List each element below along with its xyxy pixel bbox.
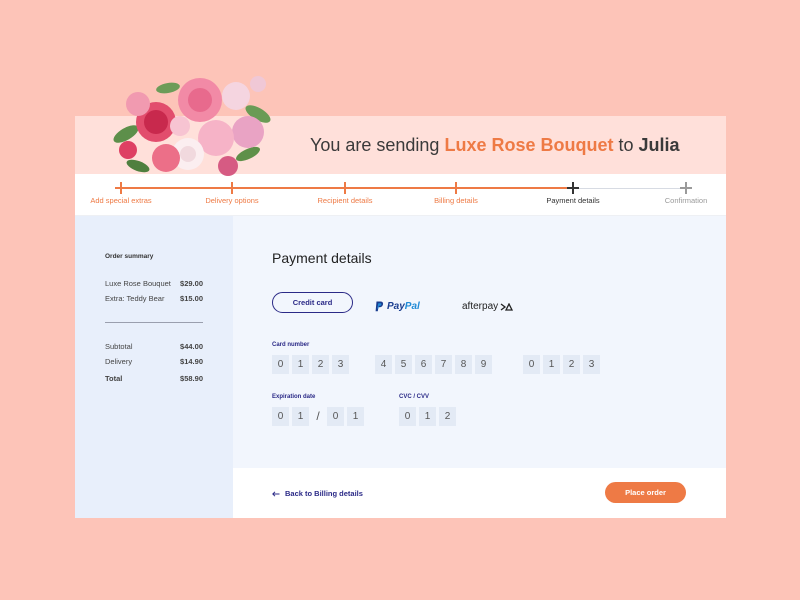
expiry-month-digit[interactable]: 0 bbox=[272, 407, 289, 426]
paypal-button[interactable]: PayPal bbox=[375, 296, 420, 317]
expiry-year-digit[interactable]: 1 bbox=[347, 407, 364, 426]
expiration-date-label: Expiration date bbox=[272, 394, 316, 400]
payment-footer: Back to Billing details Place order bbox=[233, 468, 726, 518]
step-label: Recipient details bbox=[317, 196, 373, 205]
card-number-group-2[interactable]: 4 5 6 7 8 9 bbox=[375, 355, 492, 374]
order-summary-panel: Order summary Luxe Rose Bouquet $29.00 E… bbox=[75, 216, 233, 518]
step-marker-icon bbox=[226, 182, 238, 194]
summary-item: Extra: Teddy Bear $15.00 bbox=[105, 294, 203, 303]
place-order-button[interactable]: Place order bbox=[605, 482, 686, 503]
step-delivery-options[interactable]: Delivery options bbox=[177, 182, 287, 205]
progress-stepper: Add special extras Delivery options Reci… bbox=[75, 174, 726, 216]
product-name: Luxe Rose Bouquet bbox=[444, 135, 614, 155]
cvc-digit[interactable]: 2 bbox=[439, 407, 456, 426]
step-marker-icon bbox=[115, 182, 127, 194]
payment-panel: Payment details Credit card PayPal after… bbox=[233, 216, 726, 468]
step-label: Payment details bbox=[546, 196, 600, 205]
credit-card-button[interactable]: Credit card bbox=[272, 292, 353, 313]
title-mid: to bbox=[613, 135, 639, 155]
step-confirmation: Confirmation bbox=[631, 182, 741, 205]
card-digit[interactable]: 2 bbox=[312, 355, 329, 374]
step-billing-details[interactable]: Billing details bbox=[401, 182, 511, 205]
bouquet-image bbox=[113, 76, 271, 176]
card-digit[interactable]: 6 bbox=[415, 355, 432, 374]
card-digit[interactable]: 3 bbox=[332, 355, 349, 374]
summary-subtotal: Subtotal $44.00 bbox=[105, 342, 203, 351]
title-prefix: You are sending bbox=[310, 135, 445, 155]
card-number-group-3[interactable]: 0 1 2 3 bbox=[523, 355, 600, 374]
step-label: Delivery options bbox=[205, 196, 259, 205]
cvc-input[interactable]: 0 1 2 bbox=[399, 407, 456, 426]
summary-divider bbox=[105, 322, 203, 323]
card-number-group-1[interactable]: 0 1 2 3 bbox=[272, 355, 349, 374]
card-number-label: Card number bbox=[272, 342, 310, 348]
expiry-separator: / bbox=[316, 409, 320, 423]
expiry-year-digit[interactable]: 0 bbox=[327, 407, 344, 426]
recipient-name: Julia bbox=[638, 135, 680, 155]
cvc-label: CVC / CVV bbox=[399, 394, 430, 400]
step-marker-icon bbox=[450, 182, 462, 194]
page-title: You are sending Luxe Rose Bouquet to Jul… bbox=[310, 135, 680, 156]
payment-details-title: Payment details bbox=[272, 250, 372, 266]
cvc-digit[interactable]: 1 bbox=[419, 407, 436, 426]
card-digit[interactable]: 0 bbox=[272, 355, 289, 374]
afterpay-button[interactable]: afterpay bbox=[462, 296, 514, 317]
afterpay-logo-text: afterpay bbox=[462, 301, 499, 312]
order-summary-title: Order summary bbox=[105, 253, 154, 260]
card-digit[interactable]: 1 bbox=[543, 355, 560, 374]
cvc-digit[interactable]: 0 bbox=[399, 407, 416, 426]
card-digit[interactable]: 8 bbox=[455, 355, 472, 374]
paypal-logo-text: PayPal bbox=[387, 301, 420, 312]
card-digit[interactable]: 7 bbox=[435, 355, 452, 374]
step-label: Add special extras bbox=[90, 196, 152, 205]
card-digit[interactable]: 9 bbox=[475, 355, 492, 374]
expiration-date-input[interactable]: 0 1 / 0 1 bbox=[272, 407, 364, 426]
card-digit[interactable]: 1 bbox=[292, 355, 309, 374]
step-marker-icon bbox=[680, 182, 692, 194]
step-marker-icon bbox=[339, 182, 351, 194]
card-digit[interactable]: 4 bbox=[375, 355, 392, 374]
expiry-month-digit[interactable]: 1 bbox=[292, 407, 309, 426]
step-label: Confirmation bbox=[664, 196, 708, 205]
card-digit[interactable]: 0 bbox=[523, 355, 540, 374]
bouquet-flowers bbox=[119, 76, 266, 176]
step-label: Billing details bbox=[434, 196, 478, 205]
summary-delivery: Delivery $14.90 bbox=[105, 357, 203, 366]
back-link-label: Back to Billing details bbox=[285, 489, 363, 498]
afterpay-arrows-icon bbox=[500, 302, 514, 311]
summary-total: Total $58.90 bbox=[105, 374, 203, 383]
arrow-left-icon bbox=[272, 490, 280, 497]
paypal-icon bbox=[375, 301, 384, 312]
card-digit[interactable]: 3 bbox=[583, 355, 600, 374]
step-payment-details[interactable]: Payment details bbox=[518, 182, 628, 205]
step-add-special-extras[interactable]: Add special extras bbox=[66, 182, 176, 205]
card-digit[interactable]: 2 bbox=[563, 355, 580, 374]
card-digit[interactable]: 5 bbox=[395, 355, 412, 374]
step-recipient-details[interactable]: Recipient details bbox=[290, 182, 400, 205]
summary-item: Luxe Rose Bouquet $29.00 bbox=[105, 279, 203, 288]
checkout-card: You are sending Luxe Rose Bouquet to Jul… bbox=[75, 116, 726, 518]
back-to-billing-link[interactable]: Back to Billing details bbox=[272, 489, 363, 498]
step-marker-icon bbox=[567, 182, 579, 194]
